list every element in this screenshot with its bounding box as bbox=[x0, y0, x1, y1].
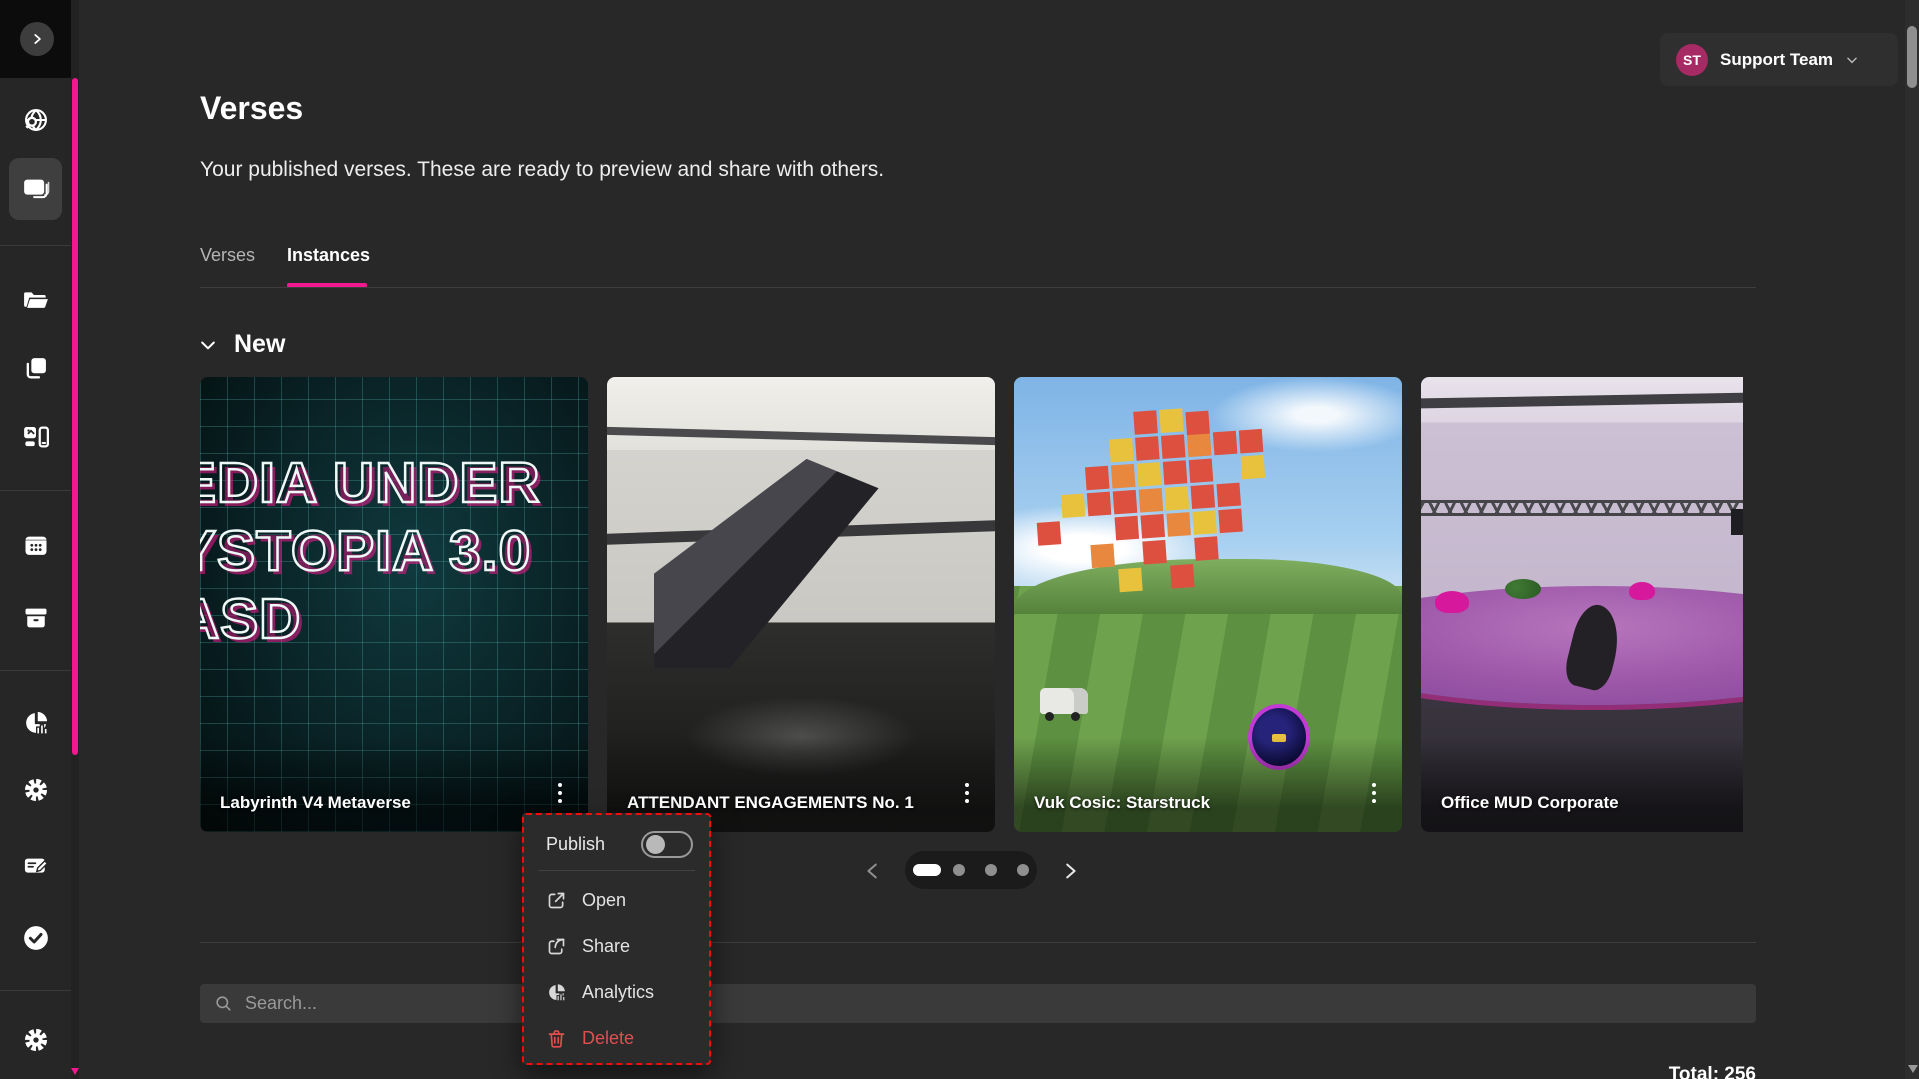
context-menu-item-label: Open bbox=[582, 890, 626, 911]
window-scrollbar-arrow-icon[interactable] bbox=[1908, 1065, 1918, 1073]
section-title: New bbox=[234, 330, 285, 359]
tab-verses[interactable]: Verses bbox=[200, 245, 255, 266]
verse-card[interactable]: Office MUD Corporate bbox=[1421, 377, 1743, 832]
verse-card[interactable]: EDIA UNDER YSTOPIA 3.0 ASD Labyrinth V4 … bbox=[200, 377, 588, 832]
sidebar-item-settings[interactable] bbox=[0, 764, 71, 816]
window-scrollbar-thumb[interactable] bbox=[1907, 26, 1917, 88]
check-circle-icon bbox=[21, 923, 51, 953]
sidebar-item-analytics[interactable] bbox=[0, 697, 71, 749]
chevron-down-icon bbox=[198, 335, 218, 355]
context-menu-item-label: Delete bbox=[582, 1028, 634, 1049]
calendar-grid-icon bbox=[22, 531, 50, 559]
sidebar-item-explore[interactable] bbox=[0, 94, 71, 146]
chevron-down-icon bbox=[1845, 53, 1859, 67]
card-title-gradient bbox=[1014, 737, 1402, 832]
context-menu-publish-row: Publish bbox=[524, 825, 709, 868]
globe-search-icon bbox=[22, 106, 50, 134]
card-edit-icon bbox=[22, 851, 50, 879]
context-menu-divider bbox=[538, 870, 695, 871]
sidebar-divider bbox=[0, 990, 71, 991]
sidebar-item-notes[interactable] bbox=[0, 839, 71, 891]
verse-card[interactable]: Vuk Cosic: Starstruck bbox=[1014, 377, 1402, 832]
context-menu-item-share[interactable]: Share bbox=[524, 923, 709, 969]
sidebar-scrollbar[interactable] bbox=[71, 0, 79, 1079]
carousel-next-button[interactable] bbox=[1055, 856, 1085, 886]
sidebar-expand-button[interactable] bbox=[20, 22, 54, 56]
verses-stack-icon bbox=[21, 174, 51, 204]
card-kebab-menu-icon[interactable] bbox=[546, 776, 574, 810]
archive-box-icon bbox=[22, 604, 50, 632]
sidebar-divider bbox=[0, 670, 71, 671]
page-dot[interactable] bbox=[1017, 864, 1029, 876]
context-menu-item-label: Share bbox=[582, 936, 630, 957]
sidebar-item-tasks[interactable] bbox=[0, 912, 71, 964]
folder-open-icon bbox=[22, 286, 50, 314]
publish-toggle[interactable] bbox=[641, 831, 693, 858]
tabs-divider bbox=[200, 287, 1756, 288]
sidebar bbox=[0, 0, 71, 1079]
card-title-gradient bbox=[1421, 737, 1743, 832]
sidebar-item-verses[interactable] bbox=[0, 163, 71, 215]
gear-icon bbox=[22, 776, 50, 804]
context-menu-item-label: Analytics bbox=[582, 982, 654, 1003]
publish-label: Publish bbox=[546, 834, 605, 855]
app-screen: ST Support Team Verses Your published ve… bbox=[0, 0, 1919, 1079]
chevron-left-icon bbox=[862, 860, 884, 882]
card-title: Labyrinth V4 Metaverse bbox=[220, 790, 536, 816]
gear-icon bbox=[22, 1026, 50, 1054]
card-title: Office MUD Corporate bbox=[1441, 790, 1743, 816]
page-dot[interactable] bbox=[953, 864, 965, 876]
page-title: Verses bbox=[200, 90, 303, 127]
chevron-right-icon bbox=[30, 32, 44, 46]
chevron-right-icon bbox=[1059, 860, 1081, 882]
gallery-layout-icon bbox=[21, 422, 51, 452]
sidebar-item-calendar[interactable] bbox=[0, 519, 71, 571]
trash-icon bbox=[546, 1028, 567, 1049]
verse-card-carousel: EDIA UNDER YSTOPIA 3.0 ASD Labyrinth V4 … bbox=[200, 377, 1743, 832]
sidebar-item-archive[interactable] bbox=[0, 592, 71, 644]
section-header-new[interactable]: New bbox=[198, 330, 285, 359]
page-subtitle: Your published verses. These are ready t… bbox=[200, 158, 884, 182]
sidebar-divider bbox=[0, 245, 71, 246]
search-input[interactable] bbox=[245, 993, 1742, 1014]
sidebar-item-gallery[interactable] bbox=[0, 411, 71, 463]
sidebar-header bbox=[0, 0, 79, 78]
tab-instances[interactable]: Instances bbox=[287, 245, 370, 266]
search-bar bbox=[200, 984, 1756, 1023]
carousel-page-dots bbox=[905, 851, 1037, 889]
user-name: Support Team bbox=[1720, 50, 1833, 70]
page-dot[interactable] bbox=[985, 864, 997, 876]
avatar: ST bbox=[1676, 44, 1708, 76]
sidebar-divider bbox=[0, 490, 71, 491]
copy-pages-icon bbox=[22, 354, 50, 382]
section-divider bbox=[200, 942, 1756, 943]
card-title: Vuk Cosic: Starstruck bbox=[1034, 790, 1350, 816]
sidebar-item-folder[interactable] bbox=[0, 274, 71, 326]
sidebar-scrollbar-arrow-icon[interactable] bbox=[71, 1068, 79, 1075]
total-count: Total: 256 bbox=[1660, 1064, 1756, 1079]
analytics-pie-icon bbox=[546, 982, 567, 1003]
context-menu-item-open[interactable]: Open bbox=[524, 877, 709, 923]
sidebar-item-settings-bottom[interactable] bbox=[0, 1014, 71, 1066]
user-menu[interactable]: ST Support Team bbox=[1660, 33, 1898, 86]
card-kebab-menu-icon[interactable] bbox=[1360, 776, 1388, 810]
window-scrollbar[interactable] bbox=[1905, 0, 1919, 1079]
carousel-prev-button[interactable] bbox=[858, 856, 888, 886]
sidebar-item-copies[interactable] bbox=[0, 342, 71, 394]
page-dot-active[interactable] bbox=[913, 864, 941, 876]
context-menu-item-analytics[interactable]: Analytics bbox=[524, 969, 709, 1015]
analytics-pie-icon bbox=[22, 709, 50, 737]
sidebar-scrollbar-thumb[interactable] bbox=[72, 78, 78, 755]
external-link-icon bbox=[546, 890, 567, 911]
context-menu-item-delete[interactable]: Delete bbox=[524, 1015, 709, 1061]
share-icon bbox=[546, 936, 567, 957]
card-context-menu: Publish Open Share Analytics bbox=[522, 813, 711, 1065]
toggle-knob bbox=[646, 835, 665, 854]
search-icon bbox=[214, 994, 233, 1013]
verse-card[interactable]: ATTENDANT ENGAGEMENTS No. 1 bbox=[607, 377, 995, 832]
card-kebab-menu-icon[interactable] bbox=[953, 776, 981, 810]
